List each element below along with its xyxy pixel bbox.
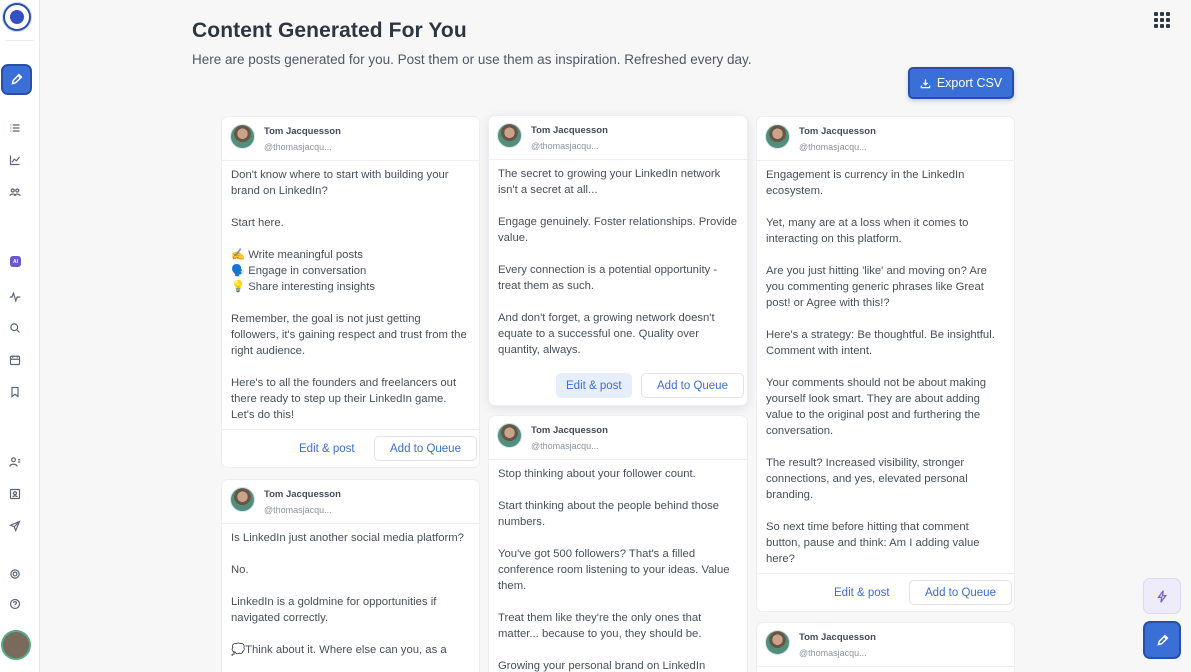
post-paragraph: LinkedIn is a goldmine for opportunities… — [231, 596, 437, 624]
author-handle: @thomasjacqu... — [264, 142, 332, 152]
post-header: Tom Jacquesson @thomasjacqu... — [489, 116, 747, 160]
user-list-icon[interactable] — [8, 455, 22, 469]
bookmark-icon[interactable] — [8, 385, 22, 399]
post-paragraph: Engage genuinely. Foster relationships. … — [498, 216, 738, 244]
app-logo[interactable] — [3, 3, 31, 31]
author-handle: @thomasjacqu... — [799, 142, 867, 152]
download-icon — [920, 78, 931, 88]
post-actions: Edit & post Add to Queue — [489, 367, 747, 405]
post-actions: Edit & post Add to Queue — [757, 573, 1014, 611]
lightning-icon — [1156, 589, 1167, 603]
activity-icon[interactable] — [8, 290, 22, 304]
post-paragraph: ✍️ Write meaningful posts 🗣️ Engage in c… — [231, 249, 376, 293]
author-name: Tom Jacquesson — [264, 126, 341, 137]
post-card: Tom Jacquesson @thomasjacqu... Don't kno… — [221, 116, 480, 468]
post-card: Tom Jacquesson @thomasjacqu... Stop thin… — [488, 415, 748, 672]
post-header: Tom Jacquesson @thomasjacqu... — [757, 623, 1014, 667]
post-paragraph: So next time before hitting that comment… — [766, 521, 980, 565]
contact-card-icon[interactable] — [8, 487, 22, 501]
post-paragraph: The secret to growing your LinkedIn netw… — [498, 168, 721, 196]
author-avatar — [765, 124, 790, 149]
post-header: Tom Jacquesson @thomasjacqu... — [222, 117, 479, 161]
author-avatar — [230, 487, 255, 512]
add-to-queue-button[interactable]: Add to Queue — [641, 373, 744, 398]
post-paragraph: Stop thinking about your follower count. — [498, 468, 696, 480]
ai-icon[interactable]: AI — [10, 256, 21, 267]
author-avatar — [230, 124, 255, 149]
post-paragraph: Here's a strategy: Be thoughtful. Be ins… — [766, 329, 995, 357]
edit-post-button[interactable]: Edit & post — [289, 436, 365, 461]
post-body: Engagement is currency in the LinkedIn e… — [757, 161, 1014, 567]
post-header: Tom Jacquesson @thomasjacqu... — [222, 480, 479, 524]
post-paragraph: And don't forget, a growing network does… — [498, 312, 715, 356]
post-actions: Edit & post Add to Queue — [222, 429, 479, 467]
post-paragraph: No. — [231, 564, 249, 576]
export-csv-label: Export CSV — [936, 76, 1003, 90]
author-handle: @thomasjacqu... — [531, 441, 599, 451]
author-handle: @thomasjacqu... — [799, 648, 867, 658]
post-paragraph: Start here. — [231, 217, 284, 229]
apps-grid-icon[interactable] — [1154, 12, 1170, 28]
post-paragraph: Remember, the goal is not just getting f… — [231, 313, 467, 357]
post-paragraph: Yet, many are at a loss when it comes to… — [766, 217, 969, 245]
compose-button[interactable] — [1143, 621, 1181, 659]
post-paragraph: Engagement is currency in the LinkedIn e… — [766, 169, 965, 197]
pencil-icon — [1156, 634, 1168, 646]
post-card: Tom Jacquesson @thomasjacqu... The secre… — [488, 115, 748, 406]
add-to-queue-button[interactable]: Add to Queue — [909, 580, 1012, 605]
sidebar: AI — [0, 0, 40, 672]
post-header: Tom Jacquesson @thomasjacqu... — [489, 416, 747, 460]
post-paragraph: Growing your personal brand on LinkedIn — [498, 660, 706, 672]
post-paragraph: Are you just hitting 'like' and moving o… — [766, 265, 987, 309]
user-avatar[interactable] — [1, 630, 31, 660]
post-paragraph: Is LinkedIn just another social media pl… — [231, 532, 464, 544]
edit-post-button[interactable]: Edit & post — [556, 373, 632, 398]
post-paragraph: Start thinking about the people behind t… — [498, 500, 720, 528]
users-icon[interactable] — [8, 185, 22, 199]
calendar-icon[interactable] — [8, 353, 22, 367]
post-paragraph: Treat them like they're the only ones th… — [498, 612, 702, 640]
post-paragraph: 💭Think about it. Where else can you, as … — [231, 644, 447, 656]
pencil-icon — [11, 73, 23, 85]
post-card: Tom Jacquesson @thomasjacqu... Engagemen… — [756, 116, 1015, 612]
send-icon[interactable] — [8, 519, 22, 533]
search-icon[interactable] — [8, 321, 22, 335]
sidebar-divider — [6, 40, 34, 41]
ai-generate-button[interactable] — [1143, 578, 1181, 614]
author-handle: @thomasjacqu... — [531, 141, 599, 151]
help-icon[interactable] — [8, 597, 22, 611]
author-name: Tom Jacquesson — [531, 125, 608, 136]
export-csv-button[interactable]: Export CSV — [908, 67, 1014, 99]
author-avatar — [497, 423, 522, 448]
post-paragraph: Every connection is a potential opportun… — [498, 264, 718, 292]
list-icon[interactable] — [8, 121, 22, 135]
edit-post-button[interactable]: Edit & post — [824, 580, 900, 605]
post-card: Tom Jacquesson @thomasjacqu... — [756, 622, 1015, 672]
post-paragraph: Here's to all the founders and freelance… — [231, 377, 457, 421]
post-paragraph: Your comments should not be about making… — [766, 377, 987, 437]
author-name: Tom Jacquesson — [531, 425, 608, 436]
post-paragraph: Don't know where to start with building … — [231, 169, 449, 197]
post-paragraph: The result? Increased visibility, strong… — [766, 457, 968, 501]
post-body: Don't know where to start with building … — [222, 161, 479, 423]
author-name: Tom Jacquesson — [799, 632, 876, 643]
add-to-queue-button[interactable]: Add to Queue — [374, 436, 477, 461]
post-header: Tom Jacquesson @thomasjacqu... — [757, 117, 1014, 161]
post-body: The secret to growing your LinkedIn netw… — [489, 160, 747, 358]
chart-icon[interactable] — [8, 153, 22, 167]
compose-nav-button[interactable] — [1, 64, 32, 95]
settings-icon[interactable] — [8, 567, 22, 581]
post-body: Is LinkedIn just another social media pl… — [222, 524, 479, 658]
author-handle: @thomasjacqu... — [264, 505, 332, 515]
author-name: Tom Jacquesson — [264, 489, 341, 500]
page-title: Content Generated For You — [192, 19, 467, 42]
post-body: Stop thinking about your follower count.… — [489, 460, 747, 672]
post-paragraph: You've got 500 followers? That's a fille… — [498, 548, 730, 592]
page-subtitle: Here are posts generated for you. Post t… — [192, 52, 752, 67]
post-card: Tom Jacquesson @thomasjacqu... Is Linked… — [221, 479, 480, 672]
author-avatar — [765, 630, 790, 655]
author-avatar — [497, 123, 522, 148]
author-name: Tom Jacquesson — [799, 126, 876, 137]
